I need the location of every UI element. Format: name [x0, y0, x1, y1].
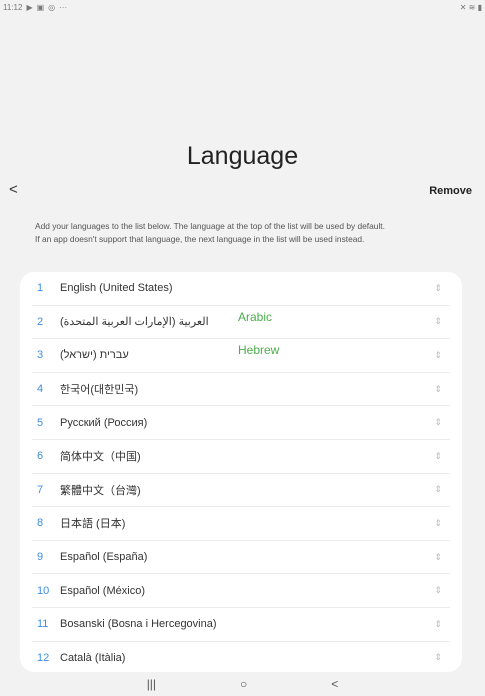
status-bar: 11:12 ▶ ▣ ◎ ··· ✕ ≋ ▮ — [0, 0, 485, 14]
reorder-handle-icon[interactable]: ⇕ — [434, 619, 442, 630]
language-name: עברית (ישראל) — [60, 349, 129, 362]
language-order: 6 — [37, 450, 44, 463]
back-arrow-icon: < — [9, 181, 18, 198]
reorder-handle-icon[interactable]: ⇕ — [434, 484, 442, 495]
language-order: 11 — [37, 618, 49, 631]
list-item[interactable]: 10 Español (México) ⇕ — [32, 574, 450, 608]
list-item[interactable]: 2 العربية (الإمارات العربية المتحدة) Arabi… — [32, 306, 450, 340]
annotation-label: Arabic — [238, 309, 273, 324]
list-item[interactable]: 8 日本語 (日本) ⇕ — [32, 507, 450, 541]
navigation-bar: ||| ○ < — [0, 672, 485, 696]
list-item[interactable]: 9 Español (España) ⇕ — [32, 541, 450, 575]
language-order: 1 — [37, 282, 44, 295]
description-line: Add your languages to the list below. Th… — [35, 221, 385, 231]
description: Add your languages to the list below. Th… — [35, 220, 445, 245]
reorder-handle-icon[interactable]: ⇕ — [434, 552, 442, 563]
back-button[interactable]: < — [9, 181, 18, 198]
annotation-label: Hebrew — [238, 343, 280, 358]
list-item[interactable]: 11 Bosanski (Bosna i Hercegovina) ⇕ — [32, 608, 450, 642]
list-item[interactable]: 5 Русский (Россия) ⇕ — [32, 406, 450, 440]
list-item[interactable]: 4 한국어(대한민국) ⇕ — [32, 373, 450, 407]
list-item[interactable]: 7 繁體中文（台灣) ⇕ — [32, 474, 450, 508]
back-nav-icon[interactable]: < — [331, 677, 338, 691]
battery-icon: ▮ — [477, 2, 482, 12]
language-name: Català (Itàlia) — [60, 651, 126, 664]
reorder-handle-icon[interactable]: ⇕ — [434, 350, 442, 361]
language-order: 7 — [37, 483, 44, 496]
wifi-icon: ≋ — [468, 2, 476, 12]
language-list: 1 English (United States) ⇕ 2 العربية (الإما… — [20, 272, 462, 672]
reorder-handle-icon[interactable]: ⇕ — [434, 283, 442, 294]
language-order: 9 — [37, 551, 44, 564]
list-item[interactable]: 1 English (United States) ⇕ — [32, 272, 450, 306]
reorder-handle-icon[interactable]: ⇕ — [434, 384, 442, 395]
language-name: Русский (Россия) — [60, 416, 148, 429]
language-name: Español (México) — [60, 584, 145, 597]
language-order: 5 — [37, 416, 44, 429]
reorder-handle-icon[interactable]: ⇕ — [434, 417, 442, 428]
gallery-icon: ▣ — [36, 2, 45, 12]
mute-icon: ✕ — [459, 2, 467, 12]
remove-button[interactable]: Remove — [429, 185, 472, 197]
reorder-handle-icon[interactable]: ⇕ — [434, 316, 442, 327]
language-name: Español (España) — [60, 551, 148, 564]
list-item[interactable]: 6 简体中文（中国) ⇕ — [32, 440, 450, 474]
language-name: 简体中文（中国) — [60, 451, 141, 464]
list-item[interactable]: 3 עברית (ישראל) Hebrew ⇕ — [32, 339, 450, 373]
language-name: Bosanski (Bosna i Hercegovina) — [60, 618, 217, 631]
language-order: 12 — [37, 651, 50, 664]
language-order: 2 — [37, 315, 44, 328]
recent-apps-icon[interactable]: ||| — [147, 677, 156, 691]
language-order: 4 — [37, 383, 44, 396]
language-name: English (United States) — [60, 282, 173, 295]
page-title: Language — [186, 142, 299, 170]
list-item[interactable]: 12 Català (Itàlia) ⇕ — [32, 642, 450, 672]
language-name: 한국어(대한민국) — [60, 384, 139, 397]
home-icon[interactable]: ○ — [240, 677, 247, 691]
description-line: If an app doesn't support that language,… — [35, 233, 365, 244]
language-name: العربية (الإمارات العربية المتحدة) — [60, 316, 209, 329]
language-order: 3 — [37, 349, 44, 362]
status-time: 11:12 — [3, 2, 23, 12]
reorder-handle-icon[interactable]: ⇕ — [434, 585, 442, 596]
language-name: 日本語 (日本) — [60, 518, 126, 531]
sync-icon: ◎ — [48, 2, 56, 12]
language-order: 10 — [37, 584, 50, 597]
play-icon: ▶ — [26, 2, 33, 12]
reorder-handle-icon[interactable]: ⇕ — [434, 518, 442, 529]
language-name: 繁體中文（台灣) — [60, 484, 141, 497]
more-notifications-icon: ··· — [59, 2, 68, 12]
reorder-handle-icon[interactable]: ⇕ — [434, 451, 442, 462]
language-order: 8 — [37, 517, 44, 530]
reorder-handle-icon[interactable]: ⇕ — [434, 652, 442, 663]
